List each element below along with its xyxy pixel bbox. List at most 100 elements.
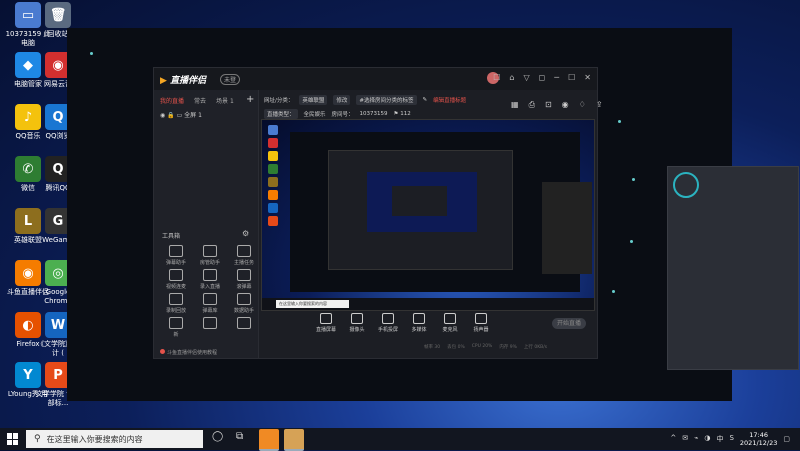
taskbar-file-app[interactable]: [284, 429, 304, 451]
tool-button[interactable]: 房管助手: [194, 245, 226, 266]
preview-icon: [268, 151, 278, 161]
status-item: 内存 9%: [499, 345, 517, 350]
tool-label: 录入直播: [199, 284, 220, 290]
tray-icon[interactable]: ^: [670, 434, 676, 444]
pencil-icon[interactable]: ✎: [423, 97, 428, 103]
tool-button[interactable]: 弹幕助手: [160, 245, 192, 266]
tray-icon[interactable]: ⌁: [694, 434, 698, 444]
edit-category-button[interactable]: 修改: [333, 95, 351, 105]
type-value[interactable]: 全民娱乐: [304, 110, 326, 118]
notification-icon[interactable]: ▢: [783, 435, 790, 443]
tool-icon: [169, 269, 183, 281]
toolbox-settings-icon[interactable]: ⚙: [242, 229, 249, 238]
tag-select[interactable]: #选择房间分类的标签: [356, 95, 417, 105]
title-control-icon[interactable]: ☐: [568, 73, 575, 82]
tray-icon[interactable]: 中: [716, 434, 723, 444]
source-icon: [320, 313, 332, 324]
preview-search: 在这里输入你要搜索的内容: [276, 300, 349, 308]
preview-nested-window-2: [392, 186, 447, 216]
loading-ring-icon: [673, 172, 699, 198]
tutorial-link[interactable]: 斗鱼直播伴侣使用教程: [160, 349, 217, 356]
title-control-icon[interactable]: ▽: [524, 73, 530, 82]
tray-icon[interactable]: ◑: [704, 434, 710, 444]
lock-icon[interactable]: 🔒: [167, 112, 174, 119]
taskbar-search[interactable]: ⚲ 在这里输入你要搜索的内容: [26, 430, 203, 448]
cortana-icon[interactable]: ◯: [212, 431, 223, 442]
tool-label: 新: [173, 332, 179, 338]
decor-dot: [612, 290, 615, 293]
tool-button[interactable]: 录制回放: [160, 293, 192, 314]
source-button[interactable]: 多媒体: [407, 313, 431, 333]
source-icon: [475, 313, 487, 324]
tab-scene-1[interactable]: 场景 1: [216, 96, 234, 105]
title-bar[interactable]: ▶ 直播伴侣 未登 ☐ ⌂ ▽ ◻ ─ ☐ ✕: [154, 68, 597, 90]
tool-icon: [169, 293, 183, 305]
title-control-icon[interactable]: ◻: [539, 73, 546, 82]
header-action-icon[interactable]: ◉: [562, 100, 569, 110]
tool-label: 主播任务: [233, 260, 254, 266]
source-button[interactable]: 扬声器: [469, 313, 493, 333]
tool-icon: [237, 317, 251, 329]
title-control-icon[interactable]: ✕: [584, 73, 591, 82]
tool-button[interactable]: 数据助手: [228, 293, 260, 314]
eye-icon[interactable]: ◉: [160, 112, 165, 119]
tool-icon: [237, 269, 251, 281]
tray-icon[interactable]: ✉: [682, 434, 688, 444]
decor-dot: [630, 240, 633, 243]
tool-button[interactable]: 新: [160, 317, 192, 338]
clock-date: 2021/12/23: [739, 439, 778, 447]
source-button[interactable]: 直播屏幕: [314, 313, 338, 333]
floating-chat-panel[interactable]: [667, 166, 799, 370]
source-label: 手机投屏: [377, 327, 398, 333]
header-action-icon[interactable]: ⇪: [596, 100, 603, 110]
source-label: 直播屏幕: [315, 327, 336, 333]
tool-label: 滚弹幕: [236, 284, 252, 290]
clock-time: 17:46: [749, 431, 768, 439]
stream-preview[interactable]: 在这里输入你要搜索的内容: [261, 119, 595, 311]
tool-button[interactable]: 主播任务: [228, 245, 260, 266]
title-control-icon[interactable]: ☐: [493, 73, 500, 82]
live-companion-window[interactable]: ▶ 直播伴侣 未登 ☐ ⌂ ▽ ◻ ─ ☐ ✕ 我的直播 常去 场景 1 + ◉ 🔒 ▭ 全…: [153, 67, 603, 359]
tool-button[interactable]: 录入直播: [194, 269, 226, 290]
tool-button[interactable]: 弹幕库: [194, 293, 226, 314]
tool-button[interactable]: [194, 317, 226, 331]
tab-common[interactable]: 常去: [194, 96, 206, 105]
search-input[interactable]: 在这里输入你要搜索的内容: [47, 434, 143, 445]
taskbar: ⚲ 在这里输入你要搜索的内容 ◯ ⧉ ^ ✉ ⌁ ◑ 中 S 17:46 2021/12/…: [0, 428, 800, 451]
header-action-icon[interactable]: ▦: [511, 100, 519, 110]
preview-chat-panel: [542, 182, 592, 274]
tab-my-live[interactable]: 我的直播: [160, 96, 184, 105]
login-badge[interactable]: 未登: [220, 74, 241, 85]
scene-item[interactable]: ◉ 🔒 ▭ 全屏 1: [160, 110, 202, 119]
start-live-button[interactable]: 开始直播: [552, 318, 586, 329]
tool-button[interactable]: 视频连麦: [160, 269, 192, 290]
source-button[interactable]: 麦克风: [438, 313, 462, 333]
source-button[interactable]: 摄像头: [345, 313, 369, 333]
room-number: 10373159: [359, 111, 388, 117]
viewer-count: ⚑ 112: [393, 111, 411, 117]
tool-icon: [203, 317, 217, 329]
category-value[interactable]: 英雄联盟: [299, 95, 328, 105]
source-icon: [413, 313, 425, 324]
status-bar: 帧率 30 丢包 0% CPU 20% 内存 9% 上行 0KB/s: [424, 344, 547, 350]
header-action-icon[interactable]: ⎙: [529, 100, 535, 110]
source-icon: [382, 313, 394, 324]
source-button[interactable]: 手机投屏: [376, 313, 400, 333]
clock[interactable]: 17:46 2021/12/23: [740, 431, 777, 447]
source-controls: 直播屏幕 摄像头 手机投屏 多媒体 麦克风 扬声器: [314, 313, 493, 333]
tool-button[interactable]: [228, 317, 260, 331]
tool-icon: [203, 269, 217, 281]
title-control-icon[interactable]: ─: [554, 73, 559, 82]
tray-icon[interactable]: S: [729, 434, 733, 444]
taskbar-live-companion[interactable]: [259, 429, 279, 451]
edit-title-link[interactable]: 编辑直播标题: [433, 96, 466, 104]
header-action-icon[interactable]: ♢: [579, 100, 586, 110]
task-view-icon[interactable]: ⧉: [236, 431, 243, 442]
header-action-icon[interactable]: ⊡: [545, 100, 552, 110]
tool-label: 视频连麦: [165, 284, 186, 290]
title-control-icon[interactable]: ⌂: [509, 73, 514, 82]
windows-start-icon[interactable]: [7, 433, 19, 445]
add-scene-button[interactable]: +: [246, 94, 254, 105]
decor-dot: [618, 120, 621, 123]
tool-button[interactable]: 滚弹幕: [228, 269, 260, 290]
